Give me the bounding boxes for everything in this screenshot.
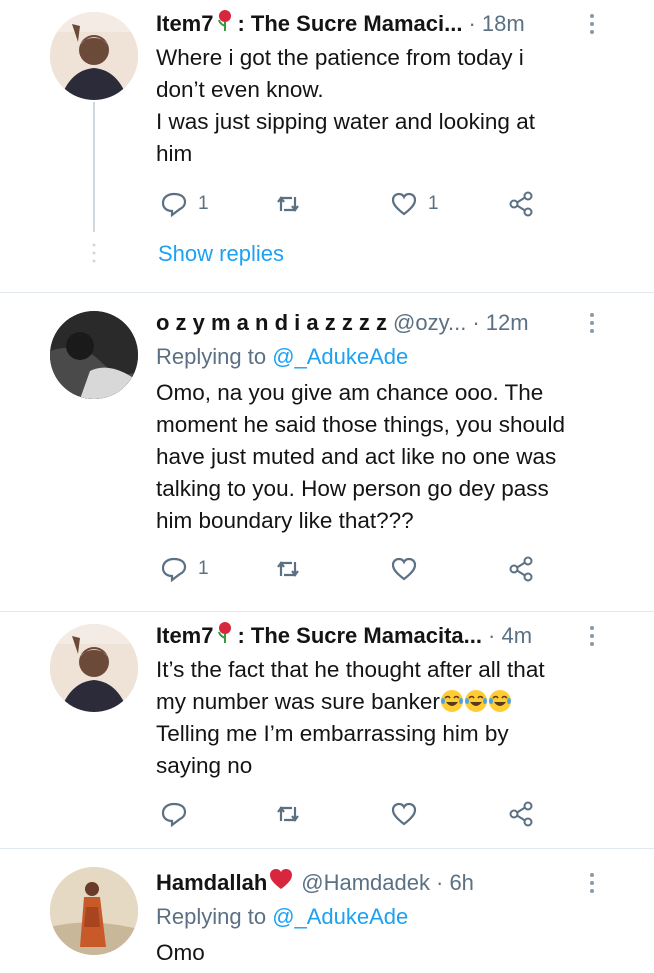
tweet-4[interactable]: Hamdallah @Hamdadek · 6h Replying to @_A… [0, 849, 654, 973]
tweet-1[interactable]: Item7 : The Sucre Mamaci... · 18m Where … [0, 0, 654, 292]
like-count: 1 [428, 193, 439, 214]
reply-button[interactable]: 1 [160, 188, 209, 220]
avatar[interactable] [50, 12, 138, 100]
tweet-text-line: Where i got the patience from today i [156, 45, 524, 70]
tweet-text: It’s the fact that he thought after all … [156, 654, 616, 782]
share-icon [509, 801, 533, 827]
reply-button[interactable] [160, 798, 188, 830]
tweet-text-line: saying no [156, 753, 253, 778]
laughing-emoji [488, 689, 512, 714]
replying-to: Replying to @_AdukeAde [156, 901, 408, 933]
tweet-text: Omo [156, 937, 616, 969]
reply-icon [161, 557, 187, 583]
like-button[interactable] [390, 553, 418, 585]
retweet-icon [277, 806, 299, 822]
more-icon[interactable] [586, 869, 598, 897]
tweet-actions [156, 798, 556, 830]
display-name[interactable]: Hamdallah [156, 867, 267, 899]
avatar-image [50, 12, 138, 100]
tweet-text-line-with-emoji: my number was sure banker [156, 686, 616, 718]
tweet-text-line: moment he said those things, you should [156, 412, 565, 437]
retweet-button[interactable] [274, 553, 302, 585]
tweet-actions: 1 1 [156, 188, 556, 220]
avatar[interactable] [50, 867, 138, 955]
tweet-header: Item7 : The Sucre Mamaci... · 18m [156, 8, 598, 40]
reply-icon [161, 802, 187, 828]
user-handle[interactable]: @Hamdadek [301, 867, 430, 899]
tweet-header: Hamdallah @Hamdadek · 6h [156, 867, 598, 899]
tweet-text-line: Telling me I’m embarrassing him by [156, 721, 509, 746]
display-name[interactable]: Item7 [156, 620, 213, 652]
like-icon [391, 192, 417, 216]
timestamp[interactable]: · 4m [488, 620, 532, 652]
replying-to-prefix: Replying to [156, 344, 273, 369]
timestamp[interactable]: · 12m [472, 307, 528, 339]
tweet-text: Where i got the patience from today i do… [156, 42, 616, 170]
timestamp[interactable]: · 18m [468, 8, 524, 40]
share-icon [509, 191, 533, 217]
tweet-text-line: talking to you. How person go dey pass [156, 476, 549, 501]
replying-to-handle[interactable]: @_AdukeAde [272, 904, 408, 929]
tweet-header: o z y m a n d i a z z z z @ozy... · 12m [156, 307, 598, 339]
replying-to-prefix: Replying to [156, 904, 273, 929]
tweet-text-line: Omo, na you give am chance ooo. The [156, 380, 544, 405]
tweet-text-line: I was just sipping water and looking at [156, 109, 535, 134]
replying-to-handle[interactable]: @_AdukeAde [272, 344, 408, 369]
display-name[interactable]: Item7 [156, 8, 213, 40]
tweet-text-line: my number was sure banker [156, 689, 440, 714]
retweet-icon [277, 561, 299, 577]
display-name[interactable]: o z y m a n d i a z z z z [156, 307, 387, 339]
tweet-text-line: don’t even know. [156, 77, 324, 102]
like-icon [391, 802, 417, 826]
rose-icon [215, 620, 235, 652]
tweet-text-line: It’s the fact that he thought after all … [156, 657, 545, 682]
tweet-text-line: have just muted and act like no one was [156, 444, 557, 469]
share-button[interactable] [508, 553, 536, 585]
reply-button[interactable]: 1 [160, 553, 209, 585]
laughing-emoji [440, 689, 464, 714]
avatar-image [50, 311, 138, 399]
heart-icon [269, 867, 293, 899]
laughing-emoji [464, 689, 488, 714]
like-icon [391, 557, 417, 581]
like-button[interactable]: 1 [390, 188, 439, 220]
avatar[interactable] [50, 624, 138, 712]
thread-line [93, 102, 95, 232]
display-name-suffix[interactable]: : The Sucre Mamacita... [237, 620, 482, 652]
avatar-image [50, 867, 138, 955]
tweet-text-line: him [156, 141, 193, 166]
tweet-2[interactable]: o z y m a n d i a z z z z @ozy... · 12m … [0, 293, 654, 611]
retweet-button[interactable] [274, 798, 302, 830]
tweet-text-line: him boundary like that??? [156, 508, 414, 533]
reply-count: 1 [198, 193, 209, 214]
share-button[interactable] [508, 798, 536, 830]
share-button[interactable] [508, 188, 536, 220]
more-icon[interactable] [586, 309, 598, 337]
tweet-header: Item7 : The Sucre Mamacita... · 4m [156, 620, 598, 652]
thread-dots [92, 242, 96, 264]
tweet-text: Omo, na you give am chance ooo. The mome… [156, 377, 616, 537]
avatar[interactable] [50, 311, 138, 399]
display-name-suffix[interactable]: : The Sucre Mamaci... [237, 8, 462, 40]
tweet-text-line: Omo [156, 940, 205, 965]
share-icon [509, 556, 533, 582]
avatar-image [50, 624, 138, 712]
show-replies-link[interactable]: Show replies [158, 238, 284, 270]
rose-icon [215, 8, 235, 40]
more-icon[interactable] [586, 10, 598, 38]
like-button[interactable] [390, 798, 418, 830]
reply-count: 1 [198, 558, 209, 579]
more-icon[interactable] [586, 622, 598, 650]
reply-icon [161, 192, 187, 218]
tweet-3[interactable]: Item7 : The Sucre Mamacita... · 4m It’s … [0, 612, 654, 848]
tweet-actions: 1 [156, 553, 556, 585]
timestamp[interactable]: · 6h [436, 867, 474, 899]
retweet-icon [277, 196, 299, 212]
replying-to: Replying to @_AdukeAde [156, 341, 408, 373]
retweet-button[interactable] [274, 188, 302, 220]
user-handle[interactable]: @ozy... [393, 307, 466, 339]
